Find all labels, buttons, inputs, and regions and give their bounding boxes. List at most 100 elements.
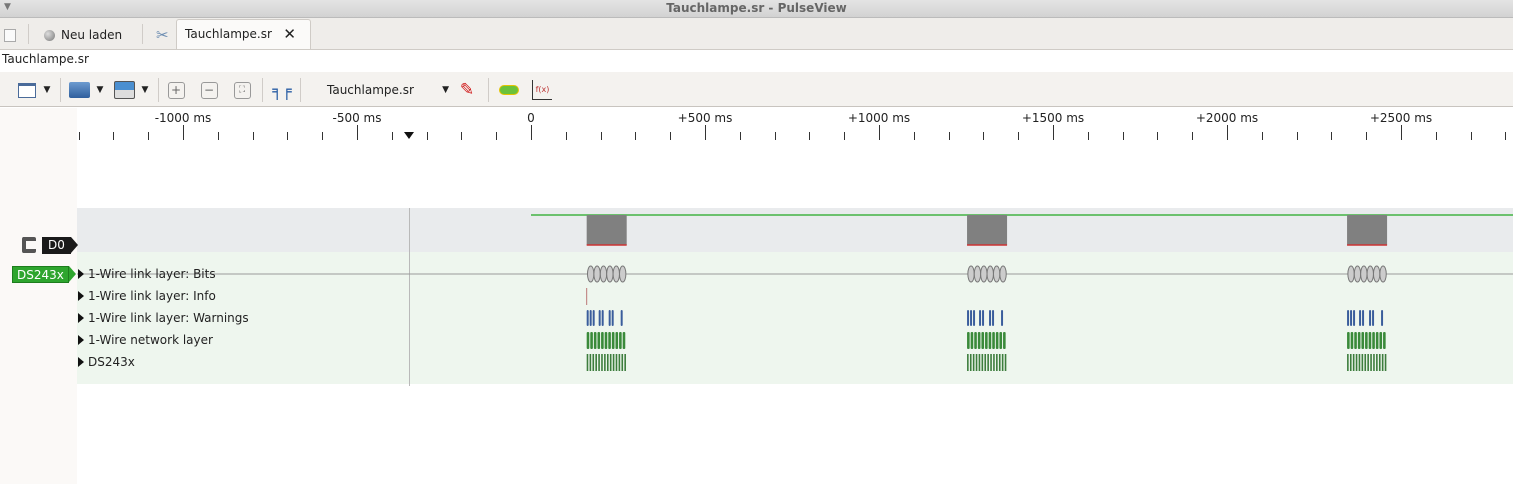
ds243x-annotation (589, 354, 592, 371)
expand-triangle-icon[interactable] (78, 291, 84, 301)
network-annotation (1357, 332, 1361, 349)
warning-annotation (1369, 310, 1372, 326)
decoder-row-label[interactable]: 1-Wire link layer: Info (78, 288, 216, 304)
ds243x-annotation (1361, 354, 1364, 371)
decoder-row-name: 1-Wire link layer: Info (88, 289, 216, 303)
ds243x-annotation (1384, 354, 1387, 371)
warning-annotation (989, 310, 992, 326)
warning-annotation (1372, 310, 1375, 326)
network-annotation (981, 332, 985, 349)
ds243x-annotation (972, 354, 975, 371)
ds243x-annotation (1381, 354, 1384, 371)
network-annotation (995, 332, 999, 349)
decoder-row-name: 1-Wire link layer: Warnings (88, 311, 249, 325)
ds243x-annotation (984, 354, 987, 371)
bit-annotation (606, 265, 614, 283)
bit-annotation (1347, 265, 1355, 283)
warning-annotation (992, 310, 995, 326)
network-annotation (1372, 332, 1375, 349)
network-annotation (593, 332, 597, 349)
ds243x-annotation (987, 354, 989, 371)
warning-annotation (598, 310, 601, 326)
warning-annotation (586, 310, 589, 326)
ds243x-annotation (1378, 354, 1381, 371)
warning-annotation (982, 310, 985, 326)
network-annotation (1365, 332, 1368, 349)
ds243x-annotation (604, 354, 606, 371)
network-annotation (1003, 332, 1006, 349)
bit-annotation (612, 265, 620, 283)
bit-annotation (999, 265, 1007, 283)
warning-annotation (601, 310, 604, 326)
bit-annotation (986, 265, 994, 283)
decoder-row-label[interactable]: 1-Wire link layer: Warnings (78, 310, 249, 326)
network-annotation (1347, 332, 1350, 349)
ds243x-annotation (978, 354, 981, 371)
expand-triangle-icon[interactable] (78, 335, 84, 345)
decoder-row-label[interactable]: 1-Wire network layer (78, 332, 213, 348)
ds243x-annotation (615, 354, 618, 371)
warning-annotation (979, 310, 982, 326)
ds243x-annotation (606, 354, 609, 371)
warning-annotation (967, 310, 970, 326)
ds243x-annotation (624, 354, 626, 371)
warning-annotation (608, 310, 611, 326)
decoder-row-label[interactable]: DS243x (78, 354, 135, 370)
ds243x-annotation (601, 354, 603, 371)
bit-annotation (980, 265, 988, 283)
network-annotation (604, 332, 608, 349)
network-annotation (601, 332, 604, 349)
ds243x-annotation (595, 354, 597, 371)
warning-annotation (1001, 310, 1004, 326)
ds243x-annotation (1349, 354, 1352, 371)
bit-annotation (593, 265, 601, 283)
network-annotation (1368, 332, 1372, 349)
ds243x-annotation (1373, 354, 1375, 371)
warning-annotation (620, 310, 623, 326)
warning-annotation (1381, 310, 1384, 326)
network-annotation (1375, 332, 1379, 349)
network-annotation (1379, 332, 1383, 349)
bit-annotation (1372, 265, 1381, 283)
network-annotation (967, 332, 970, 349)
connector-icon (22, 237, 36, 253)
decoder-row-label[interactable]: 1-Wire link layer: Bits (78, 266, 216, 282)
bit-annotation (618, 265, 627, 283)
network-annotation (992, 332, 995, 349)
expand-triangle-icon[interactable] (78, 357, 84, 367)
waveform-canvas (77, 214, 1513, 371)
ds243x-annotation (598, 354, 600, 371)
d0-burst (586, 215, 627, 245)
network-annotation (586, 332, 590, 349)
warning-annotation (1359, 310, 1362, 326)
bit-annotation (1353, 265, 1362, 283)
ds243x-annotation (998, 354, 1001, 371)
bit-annotation (1379, 265, 1387, 283)
ds243x-annotation (969, 354, 972, 371)
ds243x-annotation (1352, 354, 1355, 371)
ds243x-annotation (1367, 354, 1369, 371)
warning-annotation (1350, 310, 1353, 326)
ds243x-annotation (981, 354, 984, 371)
expand-triangle-icon[interactable] (78, 313, 84, 323)
bit-annotation (973, 265, 982, 283)
bit-annotation (1366, 265, 1374, 283)
decoder-row-name: 1-Wire link layer: Bits (88, 267, 216, 281)
decoder-tag[interactable]: DS243x (12, 266, 76, 283)
warning-annotation (1362, 310, 1365, 326)
channel-tag-d0[interactable]: D0 (42, 237, 78, 254)
network-annotation (1361, 332, 1365, 349)
network-annotation (622, 332, 626, 349)
network-annotation (1383, 332, 1386, 349)
ds243x-annotation (1347, 354, 1349, 371)
ds243x-annotation (967, 354, 969, 371)
warning-annotation (1353, 310, 1356, 326)
ds243x-annotation (993, 354, 995, 371)
expand-triangle-icon[interactable] (78, 269, 84, 279)
bit-annotation (586, 265, 595, 283)
ds243x-annotation (990, 354, 992, 371)
warning-annotation (589, 310, 592, 326)
network-annotation (977, 332, 981, 349)
ds243x-annotation (1376, 354, 1378, 371)
warning-annotation (592, 310, 595, 326)
